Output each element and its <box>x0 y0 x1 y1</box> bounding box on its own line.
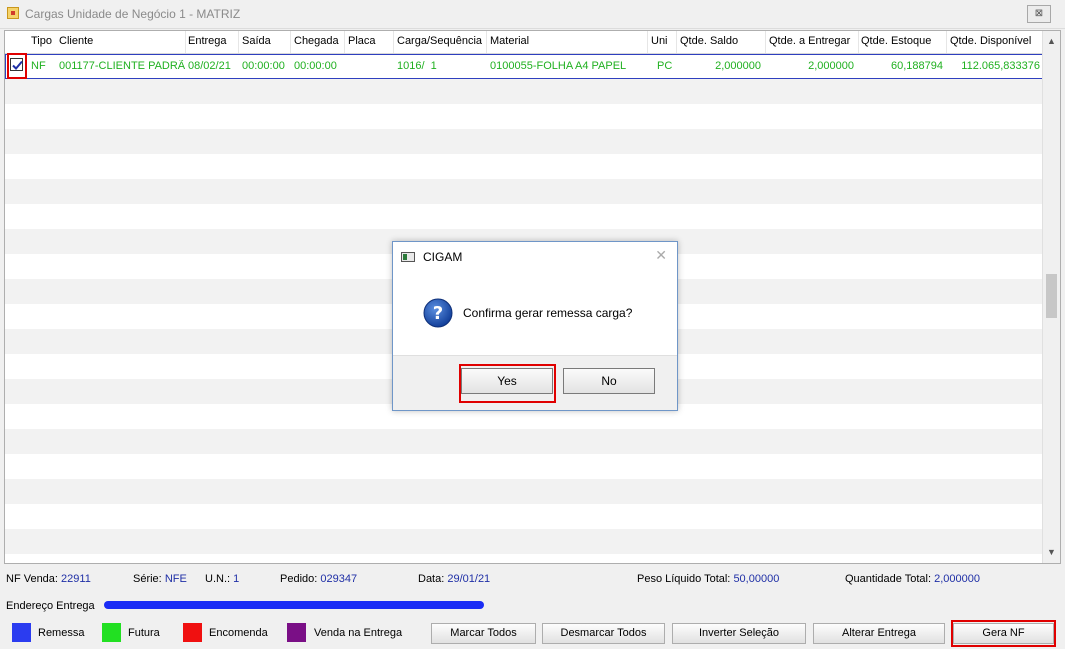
col-saldo[interactable]: Qtde. Saldo <box>680 35 738 47</box>
confirm-dialog: CIGAM ✕ ? Confirma gerar remessa carga? … <box>392 241 678 411</box>
question-icon: ? <box>423 298 453 328</box>
table-row[interactable]: NF 001177-CLIENTE PADRÃO 08/02/21 00:00:… <box>5 54 1043 79</box>
serie-info: Série: NFE <box>133 573 187 585</box>
scroll-down-icon[interactable]: ▼ <box>1043 544 1060 561</box>
cell-cliente: 001177-CLIENTE PADRÃO <box>59 60 185 72</box>
scroll-up-icon[interactable]: ▲ <box>1043 33 1060 50</box>
scroll-thumb[interactable] <box>1046 274 1057 318</box>
col-disponivel[interactable]: Qtde. Disponível <box>950 35 1031 47</box>
data-value: 29/01/21 <box>447 573 491 585</box>
gera-nf-button[interactable]: Gera NF <box>953 623 1054 644</box>
alterar-entrega-button[interactable]: Alterar Entrega <box>813 623 945 644</box>
cell-carga: 1016/ 1 <box>397 60 437 72</box>
svg-text:?: ? <box>433 303 443 324</box>
un-value: 1 <box>233 573 240 585</box>
col-cliente[interactable]: Cliente <box>59 35 93 47</box>
col-estoque[interactable]: Qtde. Estoque <box>861 35 931 47</box>
cell-material: 0100055-FOLHA A4 PAPEL <box>490 60 627 72</box>
empty-row <box>5 79 1043 104</box>
grid-header: Tipo Cliente Entrega Saída Chegada Placa… <box>5 31 1043 54</box>
redacted-address <box>104 601 484 609</box>
cell-tipo: NF <box>31 60 46 72</box>
legend-label: Remessa <box>38 627 85 639</box>
col-chegada[interactable]: Chegada <box>294 35 339 47</box>
legend-swatch <box>183 623 202 642</box>
quantidade-info: Quantidade Total: 2,000000 <box>845 573 980 585</box>
col-tipo[interactable]: Tipo <box>31 35 52 47</box>
empty-row <box>5 479 1043 504</box>
row-checkbox[interactable] <box>10 58 23 71</box>
empty-row <box>5 154 1043 179</box>
col-uni[interactable]: Uni <box>651 35 668 47</box>
data-info: Data: 29/01/21 <box>418 573 491 585</box>
peso-value: 50,00000 <box>733 573 780 585</box>
empty-row <box>5 504 1043 529</box>
pedido-value: 029347 <box>320 573 358 585</box>
legend-swatch <box>12 623 31 642</box>
pedido-info: Pedido: 029347 <box>280 573 358 585</box>
window-titlebar: Cargas Unidade de Negócio 1 - MATRIZ ⊠ <box>0 0 1065 29</box>
empty-row <box>5 179 1043 204</box>
app-icon <box>7 7 19 19</box>
empty-row <box>5 129 1043 154</box>
empty-row <box>5 429 1043 454</box>
nf-venda-value: 22911 <box>61 573 91 585</box>
vertical-scrollbar[interactable]: ▲ ▼ <box>1042 31 1060 563</box>
cell-estoque: 60,188794 <box>891 60 943 72</box>
desmarcar-todos-button[interactable]: Desmarcar Todos <box>542 623 665 644</box>
nf-venda-info: NF Venda: 22911 <box>6 573 91 585</box>
legend-swatch <box>287 623 306 642</box>
peso-info: Peso Líquido Total: 50,00000 <box>637 573 780 585</box>
empty-row <box>5 204 1043 229</box>
dialog-title: CIGAM <box>423 250 463 264</box>
un-info: U.N.: 1 <box>205 573 240 585</box>
window-title: Cargas Unidade de Negócio 1 - MATRIZ <box>25 7 241 21</box>
marcar-todos-button[interactable]: Marcar Todos <box>431 623 536 644</box>
cell-saida: 00:00:00 <box>242 60 285 72</box>
dialog-footer: Yes No <box>393 355 677 410</box>
empty-row <box>5 104 1043 129</box>
cell-disponivel: 112.065,833376 <box>961 60 1040 72</box>
col-carga[interactable]: Carga/Sequência <box>397 35 482 47</box>
dialog-message: Confirma gerar remessa carga? <box>463 306 633 320</box>
cell-saldo: 2,000000 <box>715 60 761 72</box>
close-icon[interactable]: ✕ <box>655 247 667 264</box>
legend-swatch <box>102 623 121 642</box>
cell-a-entregar: 2,000000 <box>808 60 854 72</box>
legend-label: Encomenda <box>209 627 268 639</box>
col-material[interactable]: Material <box>490 35 529 47</box>
cell-chegada: 00:00:00 <box>294 60 337 72</box>
col-saida[interactable]: Saída <box>242 35 271 47</box>
empty-row <box>5 529 1043 554</box>
legend-label: Venda na Entrega <box>314 627 403 639</box>
app-window-icon <box>401 252 415 262</box>
quantidade-value: 2,000000 <box>934 573 980 585</box>
col-entrega[interactable]: Entrega <box>188 35 227 47</box>
no-button[interactable]: No <box>563 368 655 394</box>
col-a-entregar[interactable]: Qtde. a Entregar <box>769 35 850 47</box>
empty-row <box>5 454 1043 479</box>
window-close-button[interactable]: ⊠ <box>1027 5 1051 23</box>
legend-label: Futura <box>128 627 160 639</box>
cell-uni: PC <box>657 60 673 72</box>
serie-value: NFE <box>164 573 187 585</box>
checkmark-icon <box>12 60 23 70</box>
cell-entrega: 08/02/21 <box>188 60 231 72</box>
col-placa[interactable]: Placa <box>348 35 376 47</box>
inverter-selecao-button[interactable]: Inverter Seleção <box>672 623 806 644</box>
endereco-label: Endereço Entrega <box>6 600 95 612</box>
yes-button[interactable]: Yes <box>461 368 553 394</box>
